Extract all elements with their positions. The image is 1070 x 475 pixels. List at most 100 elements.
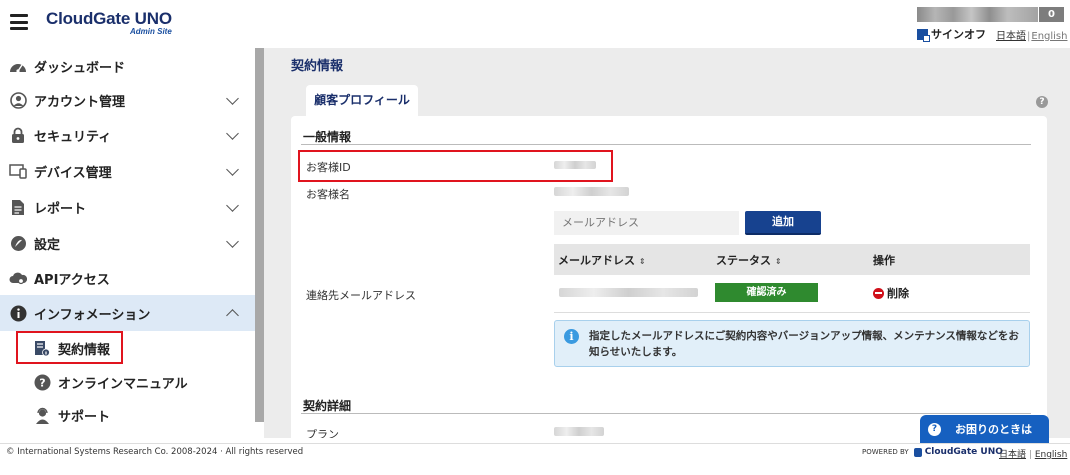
- footer: © International Systems Research Co. 200…: [0, 443, 1070, 475]
- powered-by-label: POWERED BY: [862, 448, 909, 456]
- copyright-text: © International Systems Research Co. 200…: [6, 447, 304, 457]
- sidebar: ダッシュボード アカウント管理 セキュリティ デバイス管理 レポート 設定 AP…: [0, 48, 255, 438]
- lang-separator: |: [1027, 31, 1031, 42]
- help-icon[interactable]: ?: [1036, 96, 1048, 108]
- sidebar-item-label: セキュリティ: [34, 129, 112, 145]
- footer-language-switcher: 日本語 | English: [999, 447, 1067, 460]
- table-row: 確認済み 削除: [554, 275, 1030, 313]
- sidebar-item-label: アカウント管理: [34, 94, 126, 110]
- section-divider: [301, 413, 1031, 414]
- page-title: 契約情報: [291, 59, 344, 74]
- svg-text:?: ?: [39, 376, 45, 389]
- help-floating-button[interactable]: ? お困りのときは: [920, 415, 1049, 443]
- sidebar-subitem-online-manual[interactable]: ? オンラインマニュアル: [0, 365, 255, 399]
- section-general-heading: 一般情報: [303, 130, 352, 144]
- main-content: 契約情報 顧客プロフィール ? 一般情報 お客様ID お客様名 追加 連絡先メー…: [264, 48, 1070, 438]
- lock-icon: [9, 126, 27, 144]
- question-icon: ?: [33, 373, 51, 391]
- powered-by-brand: CloudGate UNO: [924, 447, 1003, 457]
- document-icon: [9, 198, 27, 216]
- column-header-email[interactable]: メールアドレス ⇕: [558, 252, 646, 268]
- section-details-heading: 契約詳細: [303, 399, 352, 413]
- sidebar-item-label: デバイス管理: [34, 165, 112, 181]
- sidebar-item-label: APIアクセス: [34, 272, 110, 288]
- logo[interactable]: CloudGate UNO Admin Site: [46, 9, 172, 36]
- section-divider: [301, 144, 1031, 145]
- logo-title: CloudGate UNO: [46, 9, 172, 28]
- customer-name-label: お客様名: [306, 188, 350, 201]
- email-input[interactable]: [554, 211, 739, 235]
- help-floating-label: お困りのときは: [955, 423, 1032, 436]
- delete-label: 削除: [887, 287, 909, 300]
- chevron-down-icon: [226, 163, 239, 176]
- column-header-action: 操作: [873, 254, 895, 267]
- sidebar-item-label: レポート: [34, 201, 87, 217]
- sidebar-item-api-access[interactable]: APIアクセス: [0, 260, 255, 296]
- sidebar-item-label: ダッシュボード: [34, 60, 126, 76]
- sidebar-scrollbar[interactable]: [255, 48, 264, 422]
- user-circle-icon: [9, 91, 27, 109]
- contact-email-label: 連絡先メールアドレス: [306, 289, 416, 302]
- sidebar-subitem-label: サポート: [58, 409, 111, 425]
- sidebar-item-information[interactable]: インフォメーション: [0, 295, 255, 331]
- hamburger-menu-icon[interactable]: [10, 14, 28, 30]
- add-email-button[interactable]: 追加: [745, 211, 821, 235]
- info-circle-icon: i: [564, 329, 579, 344]
- sidebar-item-settings[interactable]: 設定: [0, 225, 255, 261]
- sidebar-item-account[interactable]: アカウント管理: [0, 82, 255, 118]
- signoff-link[interactable]: サインオフ: [917, 26, 986, 42]
- question-icon: ?: [928, 422, 941, 436]
- email-value-redacted: [559, 288, 698, 297]
- footer-lang-separator: |: [1028, 450, 1032, 460]
- support-agent-icon: [33, 406, 51, 424]
- signoff-label: サインオフ: [931, 28, 986, 41]
- sidebar-item-devices[interactable]: デバイス管理: [0, 153, 255, 189]
- plan-label: プラン: [306, 428, 339, 438]
- user-account[interactable]: 0: [917, 7, 1064, 22]
- chevron-down-icon: [226, 235, 239, 248]
- settings-icon: [9, 234, 27, 252]
- delete-button[interactable]: 削除: [873, 285, 909, 301]
- header: CloudGate UNO Admin Site 0 サインオフ 日本語|Eng…: [0, 0, 1070, 48]
- table-header: メールアドレス ⇕ ステータス ⇕ 操作: [554, 244, 1030, 275]
- chevron-down-icon: [226, 92, 239, 105]
- sidebar-subitem-label: オンラインマニュアル: [58, 376, 188, 392]
- dashboard-gauge-icon: [9, 57, 27, 75]
- logo-subtitle: Admin Site: [130, 27, 172, 36]
- highlight-box-customer-id: [298, 150, 613, 182]
- notification-count-badge[interactable]: 0: [1039, 7, 1064, 22]
- column-header-status[interactable]: ステータス ⇕: [716, 252, 782, 268]
- chevron-down-icon: [226, 127, 239, 140]
- cloud-gear-icon: [9, 269, 27, 287]
- highlight-box-contract: [16, 331, 123, 364]
- sidebar-subitem-support[interactable]: サポート: [0, 398, 255, 432]
- chevron-up-icon: [226, 309, 239, 322]
- device-icon: [9, 162, 27, 180]
- language-switcher: 日本語|English: [996, 27, 1067, 42]
- tab-customer-profile[interactable]: 顧客プロフィール: [306, 85, 418, 117]
- sidebar-item-label: インフォメーション: [34, 307, 151, 323]
- footer-lang-japanese-link[interactable]: 日本語: [999, 450, 1026, 460]
- lang-english-link[interactable]: English: [1031, 31, 1067, 42]
- profile-panel: 一般情報 お客様ID お客様名 追加 連絡先メールアドレス メールアドレス⇕ ス…: [291, 116, 1047, 438]
- status-badge: 確認済み: [715, 283, 818, 302]
- user-name-redacted: [917, 7, 1038, 22]
- info-icon: [9, 304, 27, 322]
- footer-lang-english-link[interactable]: English: [1035, 450, 1068, 460]
- plan-value-redacted: [554, 427, 604, 436]
- email-table: メールアドレス ⇕ ステータス ⇕ 操作 確認済み 削除: [554, 244, 1030, 313]
- sort-icon: ⇕: [775, 257, 782, 266]
- info-notice: i 指定したメールアドレスにご契約内容やバージョンアップ情報、メンテナンス情報な…: [554, 320, 1030, 367]
- sidebar-item-reports[interactable]: レポート: [0, 189, 255, 225]
- sidebar-item-security[interactable]: セキュリティ: [0, 117, 255, 153]
- cloudgate-logo-icon: [913, 447, 922, 457]
- lang-japanese-link[interactable]: 日本語: [996, 31, 1026, 42]
- customer-name-value-redacted: [554, 187, 629, 196]
- sidebar-item-label: 設定: [34, 237, 61, 253]
- signoff-icon: [917, 28, 930, 42]
- chevron-down-icon: [226, 199, 239, 212]
- sort-icon: ⇕: [639, 257, 646, 266]
- sidebar-item-dashboard[interactable]: ダッシュボード: [0, 48, 255, 84]
- delete-icon: [873, 287, 884, 299]
- info-notice-text: 指定したメールアドレスにご契約内容やバージョンアップ情報、メンテナンス情報などを…: [589, 330, 1019, 358]
